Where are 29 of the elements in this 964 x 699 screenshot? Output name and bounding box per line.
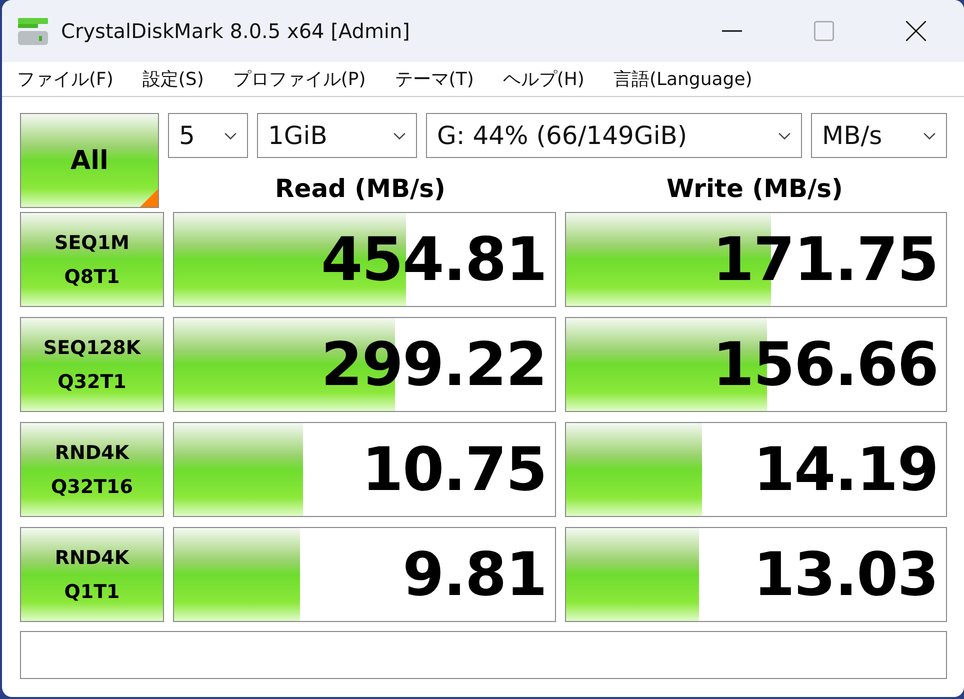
test-button[interactable]: SEQ1M Q8T1 — [20, 212, 164, 307]
result-value: 14.19 — [753, 434, 938, 504]
comment-field[interactable] — [20, 631, 947, 679]
test-button[interactable]: SEQ128K Q32T1 — [20, 317, 164, 412]
chevron-down-icon — [224, 132, 237, 140]
result-value: 9.81 — [402, 540, 546, 610]
column-header: Read (MB/s) — [274, 173, 446, 205]
dropdown[interactable]: G: 44% (66/149GiB) — [426, 113, 802, 158]
dropdown[interactable]: 5 — [168, 113, 248, 158]
dropdown[interactable]: MB/s — [811, 113, 947, 158]
dropdown[interactable]: 1GiB — [257, 113, 417, 158]
result-value: 10.75 — [362, 434, 546, 504]
drive-icon — [17, 15, 49, 47]
menu-item[interactable]: 言語(Language) — [613, 67, 752, 91]
menu-item[interactable]: ファイル(F) — [17, 67, 114, 91]
test-button[interactable]: RND4K Q32T16 — [20, 422, 164, 517]
chevron-down-icon — [923, 132, 936, 140]
close-icon[interactable] — [906, 21, 926, 41]
result-value: 13.03 — [753, 540, 938, 610]
column-header: Write (MB/s) — [666, 173, 844, 205]
menu-item[interactable]: プロファイル(P) — [232, 67, 366, 91]
test-button[interactable]: RND4K Q1T1 — [20, 527, 164, 622]
menu-item[interactable]: テーマ(T) — [394, 67, 474, 91]
chevron-down-icon — [393, 132, 406, 140]
menu-item[interactable]: ヘルプ(H) — [502, 67, 584, 91]
window-title: CrystalDiskMark 8.0.5 x64 [Admin] — [61, 19, 410, 43]
menu-item[interactable]: 設定(S) — [142, 67, 204, 91]
all-button[interactable]: All — [20, 113, 159, 208]
chevron-down-icon — [778, 132, 791, 140]
